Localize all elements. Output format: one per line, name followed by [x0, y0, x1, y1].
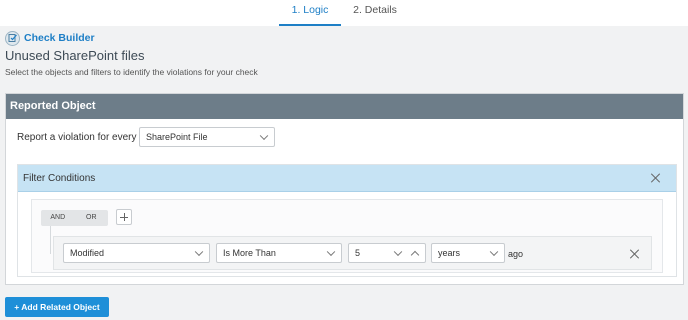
ago-label: ago: [508, 249, 524, 259]
remove-condition-icon[interactable]: [630, 249, 640, 259]
decrement-icon[interactable]: [393, 247, 403, 257]
top-tab-bar: 1. Logic 2. Details: [0, 0, 688, 26]
condition-row: Modified Is More Than 5 years ago: [53, 236, 652, 270]
tab-logic[interactable]: 1. Logic: [279, 0, 341, 26]
page-title: Unused SharePoint files: [5, 48, 145, 63]
check-builder-link[interactable]: Check Builder: [5, 30, 95, 46]
page-subtitle: Select the objects and filters to identi…: [5, 67, 258, 77]
operator-value: Is More Than: [223, 248, 276, 258]
reported-object-header: Reported Object: [6, 94, 683, 119]
check-builder-icon: [5, 30, 20, 46]
reported-object-card: Reported Object Report a violation for e…: [5, 93, 684, 285]
tab-details[interactable]: 2. Details: [347, 0, 403, 26]
close-icon[interactable]: [651, 173, 661, 183]
object-type-select[interactable]: SharePoint File: [139, 127, 275, 147]
unit-value: years: [438, 248, 461, 258]
chevron-down-icon: [326, 247, 336, 257]
and-or-toggle[interactable]: AND OR: [41, 210, 108, 226]
filter-conditions-header: Filter Conditions: [18, 165, 676, 192]
chevron-down-icon: [489, 247, 499, 257]
operator-select[interactable]: Is More Than: [216, 243, 342, 263]
add-condition-button[interactable]: [116, 209, 132, 225]
field-select[interactable]: Modified: [63, 243, 210, 263]
chevron-down-icon: [194, 247, 204, 257]
filter-conditions-title: Filter Conditions: [23, 173, 96, 184]
report-violation-label: Report a violation for every: [17, 132, 137, 143]
object-type-value: SharePoint File: [146, 132, 208, 142]
and-option[interactable]: AND: [41, 210, 75, 226]
field-value: Modified: [70, 248, 105, 258]
add-related-object-button[interactable]: + Add Related Object: [5, 297, 109, 317]
increment-icon[interactable]: [410, 250, 420, 260]
tree-connector: [50, 226, 51, 254]
amount-value: 5: [355, 248, 361, 258]
unit-select[interactable]: years: [431, 243, 505, 263]
page-header: Check Builder Unused SharePoint files Se…: [0, 26, 688, 84]
check-builder-label: Check Builder: [24, 32, 95, 44]
condition-group: AND OR Modified Is More Than 5 years ago: [31, 199, 663, 273]
filter-conditions-panel: Filter Conditions AND OR Modified Is Mor…: [17, 164, 677, 277]
chevron-down-icon: [259, 131, 269, 141]
amount-stepper[interactable]: 5: [348, 243, 426, 263]
or-option[interactable]: OR: [75, 210, 109, 226]
